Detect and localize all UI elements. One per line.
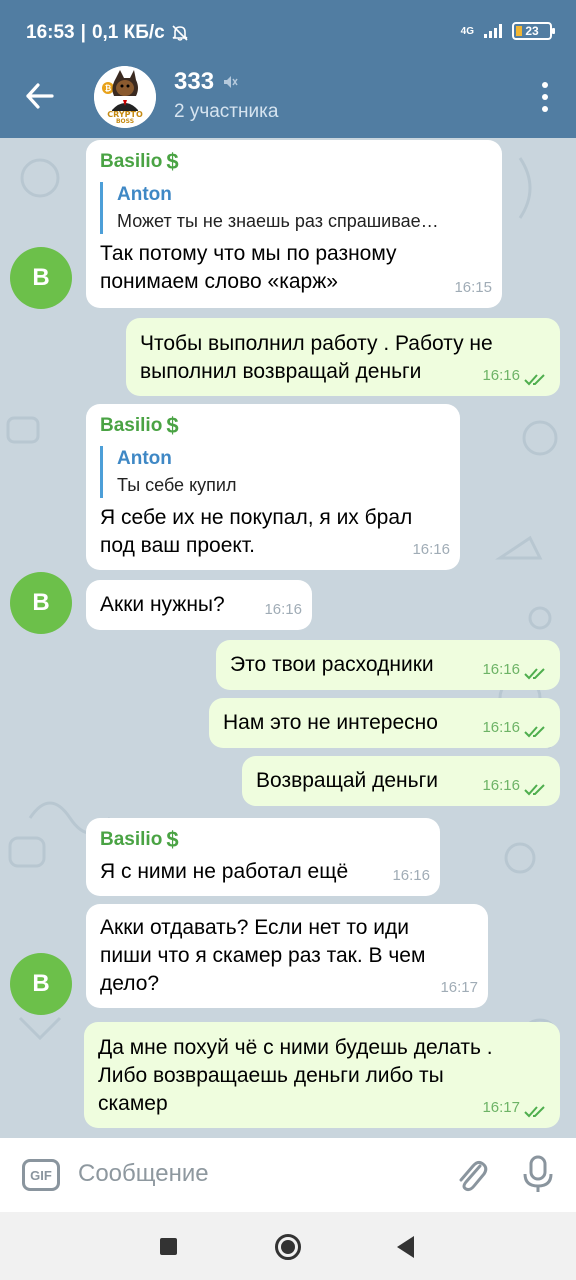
- reply-text: Ты себе купил: [117, 475, 237, 495]
- sender-avatar[interactable]: B: [10, 247, 72, 309]
- message-time: 16:16: [482, 367, 520, 384]
- read-double-check-icon: [524, 668, 545, 680]
- status-left: 16:53 | 0,1 КБ/с: [26, 22, 189, 44]
- status-bar: 16:53 | 0,1 КБ/с 4G 23: [0, 0, 576, 56]
- reply-author: Anton: [117, 184, 172, 205]
- chat-area[interactable]: Basilio $ Anton Может ты не знаешь раз с…: [0, 138, 576, 1138]
- message-incoming[interactable]: Basilio $ Я с ними не работал ещё 16:16: [86, 818, 440, 896]
- sender-avatar[interactable]: B: [10, 953, 72, 1015]
- sender-emoji: $: [166, 149, 179, 174]
- message-text: Возвращай деньги: [256, 769, 438, 792]
- paperclip-icon[interactable]: [452, 1156, 490, 1194]
- message-input[interactable]: Сообщение: [78, 1160, 209, 1188]
- chat-title-text: 333: [174, 68, 215, 95]
- gif-icon[interactable]: GIF: [22, 1159, 60, 1191]
- message-text: Да мне похуй чё с ними будешь делать . Л…: [98, 1036, 493, 1115]
- more-menu-icon[interactable]: [540, 82, 550, 112]
- sender-name[interactable]: Basilio $: [100, 150, 488, 174]
- reply-text: Может ты не знаешь раз спрашивае…: [117, 211, 439, 231]
- sender-name-text: Basilio: [100, 151, 163, 172]
- chat-subtitle: 2 участника: [174, 101, 279, 122]
- battery-level: 23: [525, 24, 539, 38]
- read-double-check-icon: [524, 374, 545, 386]
- message-text: Акки нужны?: [100, 593, 225, 616]
- message-text: Акки отдавать? Если нет то иди пиши что …: [100, 916, 426, 995]
- battery-icon: 23: [512, 22, 555, 40]
- message-time: 16:15: [454, 279, 492, 296]
- sender-name-text: Basilio: [100, 829, 163, 850]
- message-incoming[interactable]: Акки нужны? 16:16: [86, 580, 312, 630]
- sender-avatar[interactable]: B: [10, 572, 72, 634]
- message-time: 16:17: [482, 1099, 520, 1116]
- recents-icon[interactable]: [160, 1238, 177, 1255]
- message-input-bar: GIF Сообщение: [0, 1138, 576, 1212]
- message-outgoing[interactable]: Нам это не интересно 16:16: [209, 698, 560, 748]
- message-outgoing[interactable]: Возвращай деньги 16:16: [242, 756, 560, 806]
- message-outgoing[interactable]: Чтобы выполнил работу . Работу не выполн…: [126, 318, 560, 396]
- chat-header: ₿ CRYPTO BOSS 333 2 участника: [0, 56, 576, 138]
- status-speed: 0,1 КБ/с: [91, 22, 165, 43]
- message-outgoing[interactable]: Да мне похуй чё с ними будешь делать . Л…: [84, 1022, 560, 1128]
- sender-name[interactable]: Basilio $: [100, 414, 446, 438]
- sender-name[interactable]: Basilio $: [100, 828, 426, 852]
- message-incoming[interactable]: Basilio $ Anton Может ты не знаешь раз с…: [86, 140, 502, 308]
- message-time: 16:16: [264, 601, 302, 618]
- message-time: 16:16: [482, 661, 520, 678]
- read-double-check-icon: [524, 726, 545, 738]
- read-double-check-icon: [524, 784, 545, 796]
- message-time: 16:16: [412, 541, 450, 558]
- message-incoming[interactable]: Basilio $ Anton Ты себе купил Я себе их …: [86, 404, 460, 570]
- sender-name-text: Basilio: [100, 415, 163, 436]
- reply-author: Anton: [117, 448, 172, 469]
- network-type: 4G: [460, 25, 474, 37]
- sender-emoji: $: [166, 827, 179, 852]
- sender-emoji: $: [166, 413, 179, 438]
- signal-icon: [484, 24, 502, 38]
- back-arrow-icon[interactable]: [22, 78, 58, 114]
- message-time: 16:17: [440, 979, 478, 996]
- muted-speaker-icon: [224, 76, 238, 88]
- microphone-icon[interactable]: [520, 1154, 556, 1194]
- message-time: 16:16: [392, 867, 430, 884]
- svg-text:₿: ₿: [105, 84, 112, 93]
- reply-preview[interactable]: Anton Ты себе купил: [100, 446, 446, 498]
- group-avatar[interactable]: ₿ CRYPTO BOSS: [94, 66, 156, 128]
- message-text: Нам это не интересно: [223, 711, 438, 734]
- reply-preview[interactable]: Anton Может ты не знаешь раз спрашивае…: [100, 182, 488, 234]
- message-outgoing[interactable]: Это твои расходники 16:16: [216, 640, 560, 690]
- message-text: Я себе их не покупал, я их брал под ваш …: [100, 506, 413, 557]
- message-time: 16:16: [482, 777, 520, 794]
- status-time: 16:53: [26, 22, 75, 43]
- avatar-text-bottom: BOSS: [115, 118, 135, 125]
- message-text: Это твои расходники: [230, 653, 434, 676]
- status-divider: |: [80, 22, 86, 43]
- system-nav-bar: [0, 1212, 576, 1280]
- message-incoming[interactable]: Акки отдавать? Если нет то иди пиши что …: [86, 904, 488, 1008]
- mute-bell-icon: [172, 25, 188, 41]
- message-text: Так потому что мы по разному понимаем сл…: [100, 242, 397, 293]
- read-double-check-icon: [524, 1106, 545, 1118]
- system-back-icon[interactable]: [397, 1236, 414, 1258]
- message-text: Я с ними не работал ещё: [100, 860, 349, 883]
- home-icon[interactable]: [275, 1234, 301, 1260]
- status-right: 4G 23: [460, 22, 555, 40]
- message-time: 16:16: [482, 719, 520, 736]
- chat-title[interactable]: 333: [174, 68, 238, 96]
